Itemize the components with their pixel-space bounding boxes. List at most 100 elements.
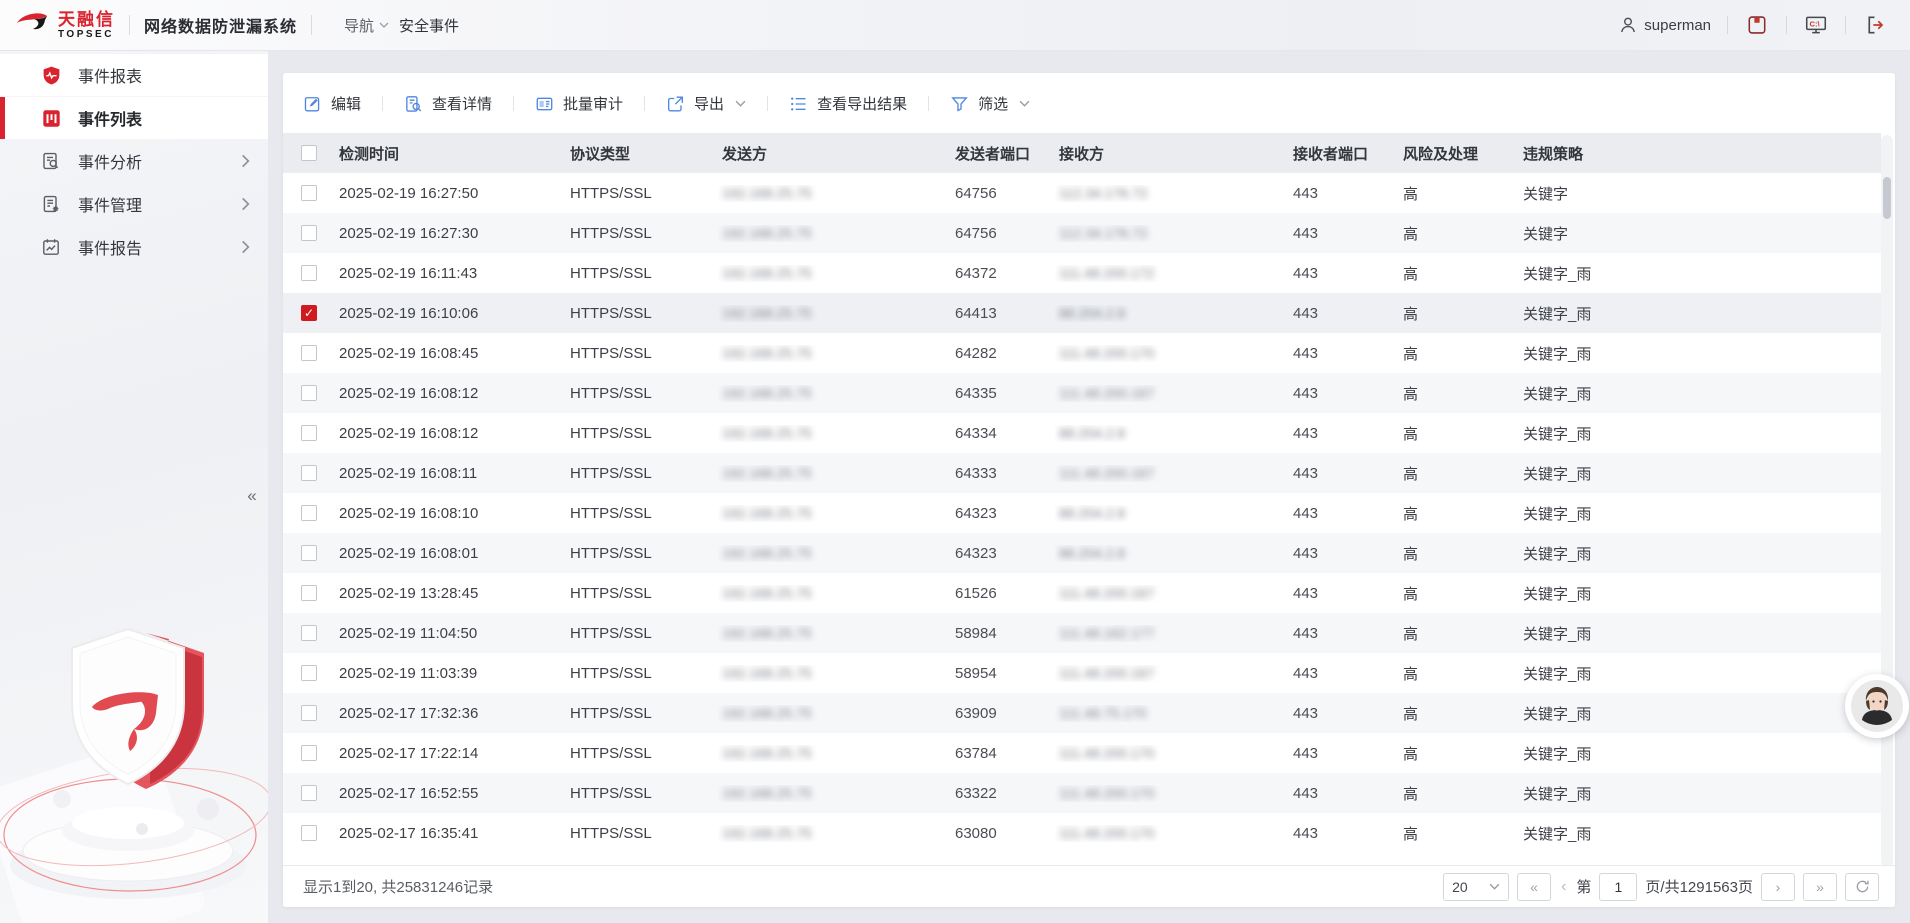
cell-sender: 192.168.25.75 (718, 705, 951, 722)
table-row[interactable]: 2025-02-19 16:08:12HTTPS/SSL192.168.25.7… (283, 413, 1881, 453)
view-details-button[interactable]: 查看详情 (404, 93, 492, 114)
cell-receiver: 112.34.176.72 (1055, 185, 1289, 202)
save-config-button[interactable] (1744, 12, 1770, 38)
page-number-input[interactable] (1599, 873, 1637, 901)
row-checkbox[interactable] (301, 505, 317, 521)
row-checkbox[interactable] (301, 425, 317, 441)
doc-magnifier-icon (404, 94, 423, 113)
cell-receiver-port: 443 (1289, 625, 1399, 642)
row-checkbox[interactable] (301, 545, 317, 561)
cell-sender-port: 63909 (951, 705, 1055, 722)
cell-sender: 192.168.25.75 (718, 185, 951, 202)
cell-detect-time: 2025-02-17 16:35:41 (335, 825, 566, 842)
edit-button[interactable]: 编辑 (303, 93, 361, 114)
row-checkbox[interactable] (301, 625, 317, 641)
vertical-scrollbar[interactable] (1881, 135, 1893, 867)
row-checkbox[interactable] (301, 225, 317, 241)
toolbar-button-label: 筛选 (978, 93, 1008, 114)
row-checkbox[interactable] (301, 185, 317, 201)
view-export-results-button[interactable]: 查看导出结果 (789, 93, 907, 114)
first-page-button[interactable]: « (1517, 873, 1551, 901)
table-row[interactable]: 2025-02-19 16:27:30HTTPS/SSL192.168.25.7… (283, 213, 1881, 253)
row-checkbox[interactable] (301, 385, 317, 401)
sidebar-collapse-button[interactable]: « (238, 481, 264, 511)
table-row[interactable]: 2025-02-17 17:32:36HTTPS/SSL192.168.25.7… (283, 693, 1881, 733)
table-row[interactable]: 2025-02-19 16:08:10HTTPS/SSL192.168.25.7… (283, 493, 1881, 533)
next-page-button[interactable]: › (1761, 873, 1795, 901)
table-row[interactable]: 2025-02-19 16:08:01HTTPS/SSL192.168.25.7… (283, 533, 1881, 573)
table-row[interactable]: 2025-02-19 16:27:50HTTPS/SSL192.168.25.7… (283, 173, 1881, 213)
cell-sender-port: 58954 (951, 665, 1055, 682)
table-row[interactable]: 2025-02-19 13:28:45HTTPS/SSL192.168.25.7… (283, 573, 1881, 613)
cell-sender-port: 58984 (951, 625, 1055, 642)
table-row[interactable]: ✓2025-02-19 16:10:06HTTPS/SSL192.168.25.… (283, 293, 1881, 333)
cell-detect-time: 2025-02-19 16:08:45 (335, 345, 566, 362)
refresh-button[interactable] (1845, 873, 1879, 901)
filter-button[interactable]: 筛选 (950, 93, 1030, 114)
disk-icon (1746, 14, 1768, 36)
chevron-right-icon (241, 240, 250, 254)
row-checkbox[interactable] (301, 785, 317, 801)
console-button[interactable]: C:\ (1803, 12, 1829, 38)
table-row[interactable]: 2025-02-19 11:04:50HTTPS/SSL192.168.25.7… (283, 613, 1881, 653)
last-page-button[interactable]: » (1803, 873, 1837, 901)
doc-gear-icon (40, 193, 62, 215)
scrollbar-thumb[interactable] (1883, 177, 1891, 219)
sidebar-item-event-analysis[interactable]: 事件分析 (0, 140, 268, 182)
row-checkbox[interactable] (301, 345, 317, 361)
cell-receiver: 111.48.200.167 (1055, 465, 1289, 482)
cell-sender-port: 64372 (951, 265, 1055, 282)
user-icon (1618, 15, 1638, 35)
cell-receiver: 88.204.2.8 (1055, 505, 1289, 522)
cell-receiver: 112.34.176.72 (1055, 225, 1289, 242)
row-checkbox[interactable] (301, 265, 317, 281)
cell-detect-time: 2025-02-19 16:10:06 (335, 305, 566, 322)
row-checkbox[interactable] (301, 825, 317, 841)
row-checkbox[interactable]: ✓ (301, 305, 317, 321)
row-checkbox[interactable] (301, 465, 317, 481)
cell-detect-time: 2025-02-19 16:08:10 (335, 505, 566, 522)
row-checkbox[interactable] (301, 745, 317, 761)
page-size-select[interactable]: 20 (1443, 873, 1509, 901)
cell-risk: 高 (1399, 423, 1519, 444)
table-row[interactable]: 2025-02-17 17:22:14HTTPS/SSL192.168.25.7… (283, 733, 1881, 773)
row-checkbox[interactable] (301, 585, 317, 601)
row-checkbox[interactable] (301, 665, 317, 681)
sidebar-item-event-list[interactable]: 事件列表 (0, 97, 268, 139)
sidebar-item-event-report[interactable]: 事件报告 (0, 226, 268, 268)
chevron-right-icon (241, 197, 250, 211)
logout-button[interactable] (1862, 12, 1888, 38)
table-row[interactable]: 2025-02-19 16:08:11HTTPS/SSL192.168.25.7… (283, 453, 1881, 493)
shield-pulse-icon (40, 64, 62, 86)
table-row[interactable]: 2025-02-19 16:08:12HTTPS/SSL192.168.25.7… (283, 373, 1881, 413)
table-row[interactable]: 2025-02-19 16:11:43HTTPS/SSL192.168.25.7… (283, 253, 1881, 293)
row-checkbox[interactable] (301, 705, 317, 721)
cell-receiver-port: 443 (1289, 505, 1399, 522)
sidebar-item-event-reports[interactable]: 事件报表 (0, 54, 268, 96)
prev-page-button[interactable]: ‹ (1559, 878, 1568, 896)
cell-detect-time: 2025-02-19 16:27:50 (335, 185, 566, 202)
table-row[interactable]: 2025-02-17 16:35:41HTTPS/SSL192.168.25.7… (283, 813, 1881, 853)
cell-policy: 关键字_雨 (1519, 263, 1881, 284)
nav-menu-dropdown[interactable]: 导航 (344, 15, 389, 36)
cell-sender: 192.168.25.75 (718, 785, 951, 802)
cell-risk: 高 (1399, 703, 1519, 724)
cell-sender-port: 64333 (951, 465, 1055, 482)
assistant-avatar[interactable] (1845, 674, 1909, 738)
user-menu[interactable]: superman (1618, 15, 1711, 35)
cell-risk: 高 (1399, 583, 1519, 604)
divider (1786, 16, 1787, 34)
toolbar-button-label: 编辑 (331, 93, 361, 114)
table-row[interactable]: 2025-02-17 16:52:55HTTPS/SSL192.168.25.7… (283, 773, 1881, 813)
brand-name-en: TOPSEC (58, 30, 115, 40)
sidebar-item-event-management[interactable]: 事件管理 (0, 183, 268, 225)
column-header-5: 接收者端口 (1289, 143, 1399, 164)
select-all-checkbox[interactable] (301, 145, 317, 161)
cell-detect-time: 2025-02-19 16:08:11 (335, 465, 566, 482)
cell-policy: 关键字_雨 (1519, 463, 1881, 484)
cell-risk: 高 (1399, 263, 1519, 284)
batch-audit-button[interactable]: 批量审计 (535, 93, 623, 114)
table-row[interactable]: 2025-02-19 11:03:39HTTPS/SSL192.168.25.7… (283, 653, 1881, 693)
table-row[interactable]: 2025-02-19 16:08:45HTTPS/SSL192.168.25.7… (283, 333, 1881, 373)
export-button[interactable]: 导出 (666, 93, 746, 114)
